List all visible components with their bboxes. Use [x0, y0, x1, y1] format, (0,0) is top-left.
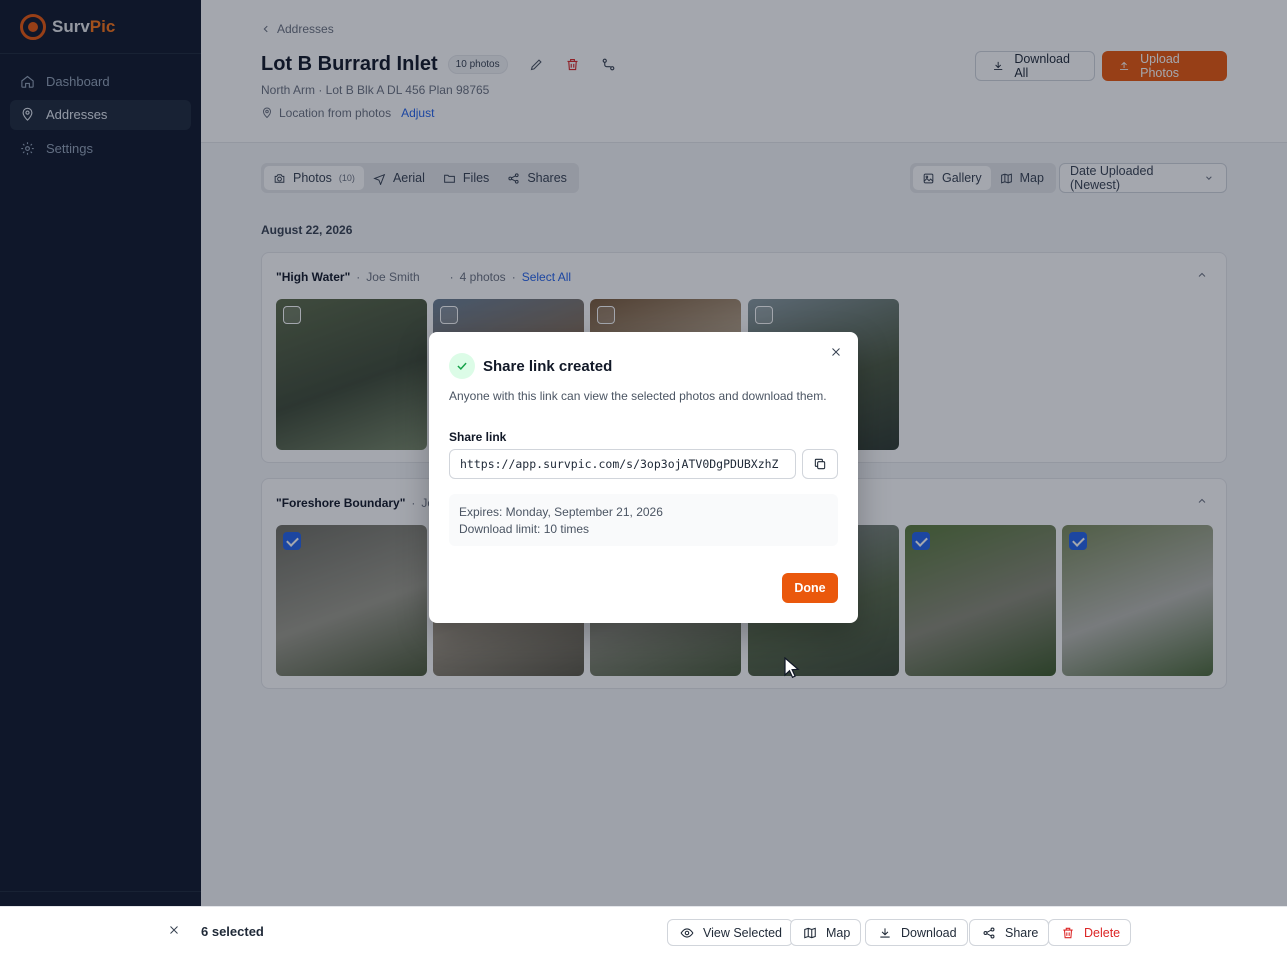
selected-count: 6 selected: [201, 924, 264, 939]
eye-icon: [680, 927, 694, 938]
share-link-dialog: Share link created Anyone with this link…: [429, 332, 858, 623]
dialog-description: Anyone with this link can view the selec…: [449, 389, 827, 403]
dialog-title: Share link created: [483, 358, 613, 375]
share-details: Expires: Monday, September 21, 2026 Down…: [449, 494, 838, 546]
trash-icon: [1063, 927, 1073, 938]
download-selected-button[interactable]: Download: [865, 919, 968, 946]
copy-icon: [814, 458, 826, 470]
share-selected-button[interactable]: Share: [969, 919, 1050, 946]
done-button[interactable]: Done: [782, 573, 838, 603]
view-selected-button[interactable]: View Selected: [667, 919, 793, 946]
clear-selection-button[interactable]: [168, 924, 182, 938]
share-icon: [983, 927, 995, 938]
success-check-icon: [449, 353, 475, 379]
map-icon: [804, 927, 816, 938]
copy-link-button[interactable]: [802, 449, 838, 479]
expires-text: Expires: Monday, September 21, 2026: [459, 505, 663, 519]
share-link-input[interactable]: [449, 449, 796, 479]
selection-bar: 6 selected View Selected Map Download Sh…: [0, 906, 1287, 956]
close-dialog-button[interactable]: [830, 346, 844, 360]
delete-selected-button[interactable]: Delete: [1048, 919, 1132, 946]
mouse-cursor-icon: [784, 657, 800, 679]
close-icon: [832, 348, 840, 356]
map-selected-button[interactable]: Map: [790, 919, 862, 946]
close-icon: [170, 926, 178, 934]
download-limit-text: Download limit: 10 times: [459, 522, 590, 536]
download-icon: [880, 927, 890, 938]
share-link-label: Share link: [449, 430, 507, 444]
